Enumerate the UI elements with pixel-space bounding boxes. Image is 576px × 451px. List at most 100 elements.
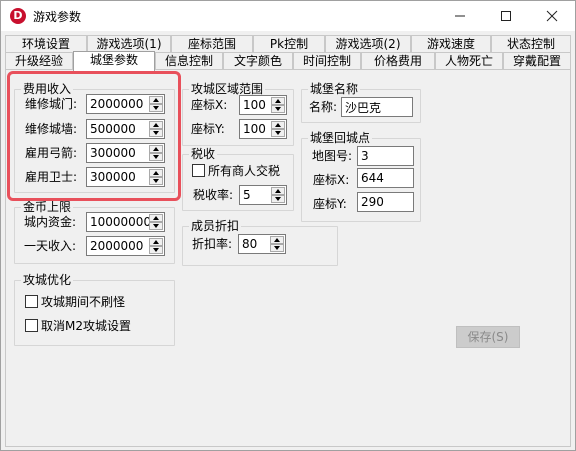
tab-character-death[interactable]: 人物死亡	[435, 52, 503, 70]
spin-up-icon[interactable]	[271, 187, 285, 195]
repair-gate-stepper[interactable]	[86, 94, 165, 114]
gold-cap-title: 金币上限	[21, 200, 74, 214]
spin-up-icon[interactable]	[271, 121, 285, 129]
spin-down-icon[interactable]	[149, 246, 163, 254]
return-x-input[interactable]	[361, 171, 411, 185]
spin-up-icon[interactable]	[270, 236, 284, 244]
tab-state-control[interactable]: 状态控制	[491, 35, 571, 53]
title-bar: D 游戏参数	[1, 1, 575, 31]
map-number-field[interactable]	[357, 146, 414, 166]
spin-up-icon[interactable]	[149, 96, 163, 104]
spin-down-icon[interactable]	[149, 153, 163, 161]
member-discount-title: 成员折扣	[189, 219, 242, 233]
castle-name-label: 名称:	[309, 100, 338, 114]
tab-info-control[interactable]: 信息控制	[155, 52, 223, 70]
game-params-window: D 游戏参数 环境设置 游戏选项(1) 座标范围 Pk控制 游戏选项(2) 游戏…	[0, 0, 576, 451]
castle-funds-input[interactable]	[90, 215, 150, 229]
discount-rate-label: 折扣率:	[192, 237, 233, 251]
minimize-button[interactable]	[437, 1, 483, 31]
daily-income-input[interactable]	[90, 239, 150, 253]
cancel-m2-siege-checkbox[interactable]: 取消M2攻城设置	[25, 319, 131, 333]
castle-name-title: 城堡名称	[308, 82, 361, 96]
save-button[interactable]: 保存(S)	[456, 326, 520, 348]
tab-coord-range[interactable]: 座标范围	[171, 35, 253, 53]
siege-range-title: 攻城区域范围	[189, 82, 266, 96]
spin-down-icon[interactable]	[271, 195, 285, 203]
hire-archer-input[interactable]	[90, 146, 148, 160]
hire-archer-stepper[interactable]	[86, 143, 165, 163]
siege-y-stepper[interactable]	[239, 119, 287, 139]
minimize-icon	[455, 15, 465, 17]
maximize-button[interactable]	[483, 1, 529, 31]
castle-funds-stepper[interactable]	[86, 212, 165, 232]
daily-income-stepper[interactable]	[86, 236, 165, 256]
repair-wall-label: 维修城墙:	[25, 122, 78, 136]
spin-down-icon[interactable]	[270, 244, 284, 252]
no-spawn-during-siege-checkbox[interactable]: 攻城期间不刷怪	[25, 295, 125, 309]
spin-up-icon[interactable]	[149, 145, 163, 153]
castle-return-point-title: 城堡回城点	[308, 131, 373, 145]
return-y-input[interactable]	[361, 195, 411, 209]
spin-down-icon[interactable]	[149, 129, 163, 137]
hire-guard-label: 雇用卫士:	[25, 170, 78, 184]
tab-game-options-2[interactable]: 游戏选项(2)	[325, 35, 411, 53]
repair-wall-input[interactable]	[90, 122, 148, 136]
cost-income-title: 费用收入	[21, 82, 74, 96]
siege-x-label: 座标X:	[191, 98, 228, 112]
spin-up-icon[interactable]	[271, 97, 285, 105]
spin-up-icon[interactable]	[149, 121, 163, 129]
return-x-label: 座标X:	[313, 173, 350, 187]
repair-gate-input[interactable]	[90, 97, 148, 111]
return-y-field[interactable]	[357, 192, 414, 212]
tab-price-cost[interactable]: 价格费用	[361, 52, 435, 70]
castle-name-input[interactable]	[345, 100, 409, 114]
spin-up-icon[interactable]	[149, 214, 163, 222]
checkbox-box[interactable]	[25, 295, 38, 308]
checkbox-box[interactable]	[25, 319, 38, 332]
close-button[interactable]	[529, 1, 575, 31]
spin-down-icon[interactable]	[149, 104, 163, 112]
tax-rate-input[interactable]	[243, 188, 271, 202]
repair-wall-stepper[interactable]	[86, 119, 165, 139]
siege-y-label: 座标Y:	[191, 122, 225, 136]
map-number-input[interactable]	[361, 149, 411, 163]
checkbox-box[interactable]	[192, 164, 205, 177]
all-merchants-tax-label: 所有商人交税	[208, 164, 281, 178]
tax-rate-label: 税收率:	[193, 188, 234, 202]
spin-down-icon[interactable]	[149, 177, 163, 185]
spin-down-icon[interactable]	[271, 105, 285, 113]
return-y-label: 座标Y:	[313, 197, 347, 211]
repair-gate-label: 维修城门:	[25, 97, 78, 111]
discount-rate-stepper[interactable]	[238, 234, 286, 254]
spin-up-icon[interactable]	[149, 169, 163, 177]
spin-down-icon[interactable]	[149, 222, 163, 230]
tab-castle-params[interactable]: 城堡参数	[73, 51, 155, 71]
tab-time-control[interactable]: 时间控制	[293, 52, 361, 70]
siege-x-input[interactable]	[243, 98, 271, 112]
tab-text-color[interactable]: 文字颜色	[223, 52, 293, 70]
tab-level-exp[interactable]: 升级经验	[5, 52, 73, 70]
no-spawn-during-siege-label: 攻城期间不刷怪	[41, 295, 126, 309]
tab-equip-config[interactable]: 穿戴配置	[503, 52, 571, 70]
siege-y-input[interactable]	[243, 122, 271, 136]
hire-archer-label: 雇用弓箭:	[25, 146, 78, 160]
daily-income-label: 一天收入:	[24, 239, 77, 253]
return-x-field[interactable]	[357, 168, 414, 188]
spin-down-icon[interactable]	[271, 129, 285, 137]
hire-guard-input[interactable]	[90, 170, 148, 184]
tax-rate-stepper[interactable]	[239, 185, 287, 205]
window-title: 游戏参数	[33, 10, 82, 24]
maximize-icon	[501, 11, 511, 21]
castle-name-field[interactable]	[341, 97, 413, 117]
discount-rate-input[interactable]	[242, 237, 270, 251]
siege-x-stepper[interactable]	[239, 95, 287, 115]
map-number-label: 地图号:	[312, 149, 353, 163]
spin-up-icon[interactable]	[149, 238, 163, 246]
app-logo-icon: D	[10, 8, 26, 24]
siege-optimize-title: 攻城优化	[21, 273, 74, 287]
all-merchants-tax-checkbox[interactable]: 所有商人交税	[192, 164, 280, 178]
siege-optimize-group: 攻城优化	[14, 273, 175, 346]
hire-guard-stepper[interactable]	[86, 167, 165, 187]
tab-pk-control[interactable]: Pk控制	[253, 35, 325, 53]
tab-game-speed[interactable]: 游戏速度	[411, 35, 491, 53]
